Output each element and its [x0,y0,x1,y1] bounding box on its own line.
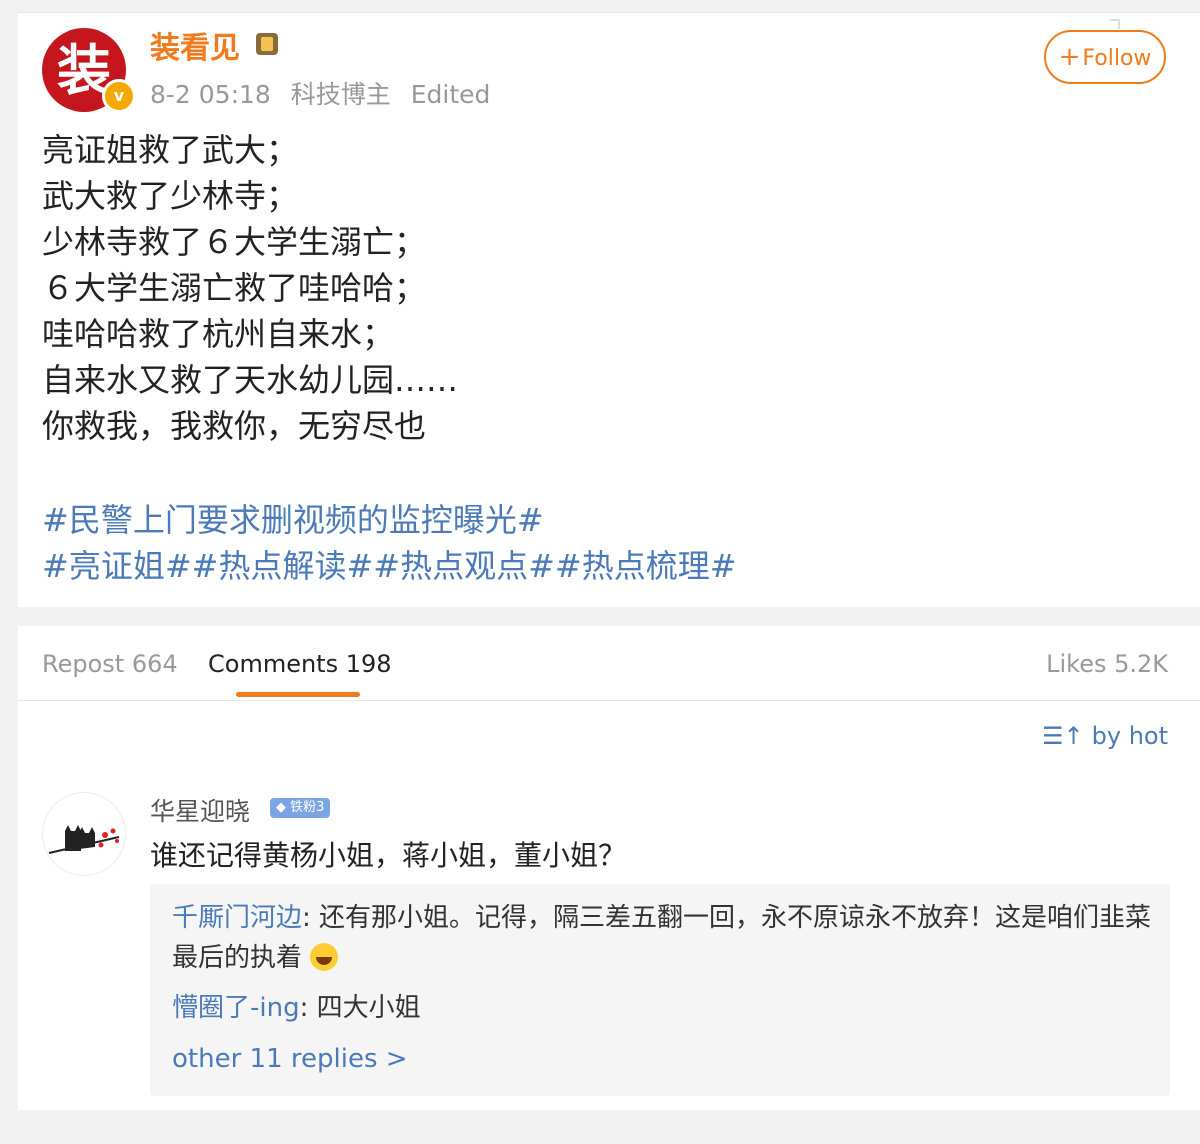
cat-silhouette-icon [48,825,120,854]
post-line: ６大学生溺亡救了哇哈哈； [42,269,427,307]
post-line: 少林寺救了６大学生溺亡； [42,223,427,261]
post-line: 武大救了少林寺； [42,177,299,215]
post-line: 自来水又救了天水幼儿园…… [42,361,459,399]
replies-box[interactable]: 千厮门河边: 还有那小姐。记得，隔三差五翻一回，永不原谅永不放弃！这是咱们韭菜最… [150,884,1170,1096]
post-line: 你救我，我救你，无穷尽也 [42,407,427,445]
post-source: 科技博主 [290,80,391,109]
comment-text: 谁还记得黄杨小姐，蒋小姐，董小姐？ [150,839,627,872]
bottom-strip [0,1110,1200,1144]
post-meta: 8-2 05:18 科技博主 Edited [150,75,502,111]
laughing-emoji-icon [310,943,339,971]
post-card: 装 v 装看见 8-2 05:18 科技博主 Edited +Follow 亮证… [18,12,1200,607]
post-line: 哇哈哈救了杭州自来水； [42,315,395,353]
sort-label: by hot [1091,722,1168,750]
tab-repost[interactable]: Repost 664 [42,650,178,678]
chevron-icon [1110,19,1120,29]
reply-author[interactable]: 懵圈了-ing [172,993,300,1023]
level-badge-icon [256,33,278,55]
sort-icon: ☰↑ [1042,722,1084,750]
commenter-name[interactable]: 华星迎晓 [150,792,250,828]
hashtag-line[interactable]: #民警上门要求删视频的监控曝光# [42,497,737,543]
follow-label: Follow [1082,46,1152,71]
plus-icon: + [1058,42,1081,72]
reply-item[interactable]: 千厮门河边: 还有那小姐。记得，隔三差五翻一回，永不原谅永不放弃！这是咱们韭菜最… [172,898,1152,978]
author-name[interactable]: 装看见 [150,23,240,67]
post-body: 亮证姐救了武大； 武大救了少林寺； 少林寺救了６大学生溺亡； ６大学生溺亡救了哇… [42,127,458,449]
reply-item[interactable]: 懵圈了-ing: 四大小姐 [172,988,1152,1028]
sort-button[interactable]: ☰↑ by hot [1042,722,1168,750]
post-line: 亮证姐救了武大； [42,131,299,169]
reply-text: : 四大小姐 [299,993,421,1023]
verified-icon: v [102,79,136,113]
follow-button[interactable]: +Follow [1044,30,1166,84]
commenter-avatar[interactable] [42,792,126,876]
tab-comments[interactable]: Comments 198 [208,650,392,678]
hashtags: #民警上门要求删视频的监控曝光# #亮证姐##热点解读##热点观点##热点梳理# [42,497,737,589]
comments-card: Repost 664 Comments 198 Likes 5.2K ☰↑ by … [18,626,1200,1110]
post-time: 8-2 05:18 [150,80,271,109]
edited-label[interactable]: Edited [411,80,491,109]
active-tab-indicator [236,692,360,697]
reply-author[interactable]: 千厮门河边 [172,903,302,933]
fan-badge: ◆ 铁粉3 [270,798,331,818]
fan-badge-label: 铁粉3 [290,800,325,815]
hashtag-line[interactable]: #亮证姐##热点解读##热点观点##热点梳理# [42,543,737,589]
divider [18,700,1200,701]
tab-likes[interactable]: Likes 5.2K [1046,650,1168,678]
more-replies-link[interactable]: other 11 replies > [172,1044,408,1074]
